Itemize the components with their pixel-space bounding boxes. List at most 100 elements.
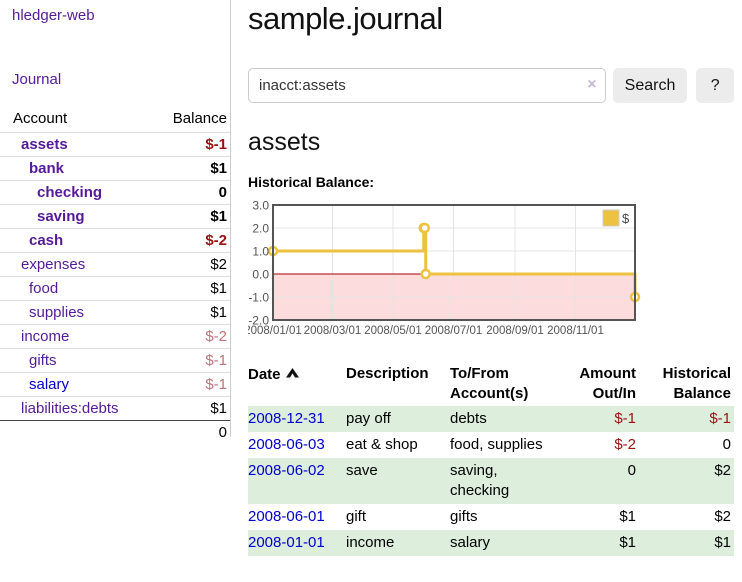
register-col-balance: Historical Balance — [639, 361, 734, 406]
x-axis-tick-label: 2008/05/01 — [364, 325, 422, 337]
sidebar-item-journal[interactable]: Journal — [12, 71, 230, 88]
app-title-link[interactable]: hledger-web — [12, 7, 230, 24]
sidebar-account-link-liabilities-debts[interactable]: liabilities:debts — [21, 400, 119, 417]
x-axis-tick-label: 2008/03/01 — [304, 325, 362, 337]
accounts-col-account: Account — [0, 107, 150, 132]
register-row: 2008-06-03eat & shopfood, supplies$-20 — [248, 432, 734, 458]
register-col-amount: Amount Out/In — [560, 361, 639, 406]
account-balance: $-2 — [150, 324, 230, 348]
legend-label: $ — [622, 211, 630, 226]
account-balance: $-1 — [150, 372, 230, 396]
register-header-row: Date Description To/From Account(s) Amou… — [248, 361, 734, 406]
search-form: × Search ? — [248, 68, 734, 103]
register-row: 2008-06-01giftgifts$1$2 — [248, 504, 734, 530]
search-input[interactable] — [248, 68, 606, 103]
x-axis-tick-label: 2008/09/01 — [486, 325, 544, 337]
transaction-description: pay off — [346, 406, 450, 432]
x-axis-tick-label: 2008/01/01 — [248, 325, 302, 337]
transaction-accounts: saving, checking — [450, 458, 560, 504]
account-balance: $1 — [150, 396, 230, 420]
transaction-balance: $1 — [639, 530, 734, 556]
sort-ascending-icon — [286, 364, 299, 384]
register-row: 2008-01-01incomesalary$1$1 — [248, 530, 734, 556]
transaction-description: eat & shop — [346, 432, 450, 458]
accounts-table: Account Balance assets $-1 bank $1 checking 0… — [0, 107, 230, 444]
account-balance: $1 — [150, 276, 230, 300]
transaction-accounts: salary — [450, 530, 560, 556]
search-button[interactable]: Search — [613, 68, 688, 103]
sidebar-account-link-food[interactable]: food — [29, 280, 58, 297]
sidebar-account-link-supplies[interactable]: supplies — [29, 304, 84, 321]
chart-title: Historical Balance: — [248, 174, 734, 192]
legend-swatch — [603, 210, 619, 226]
sidebar-account-link-bank[interactable]: bank — [29, 160, 64, 177]
account-balance: $1 — [150, 204, 230, 228]
page-title: sample.journal — [248, 0, 734, 39]
clear-search-icon[interactable]: × — [587, 75, 596, 95]
transaction-description: gift — [346, 504, 450, 530]
register-rows: 2008-12-31pay offdebts$-1$-12008-06-03ea… — [248, 406, 734, 556]
transaction-amount: $-2 — [560, 432, 639, 458]
sidebar-account-link-cash[interactable]: cash — [29, 232, 63, 249]
transaction-description: income — [346, 530, 450, 556]
sidebar-account-link-gifts[interactable]: gifts — [29, 352, 57, 369]
data-point-marker — [422, 270, 430, 278]
account-row: gifts $-1 — [0, 348, 230, 372]
sidebar-account-link-salary[interactable]: salary — [29, 376, 69, 393]
transaction-accounts: gifts — [450, 504, 560, 530]
help-button[interactable]: ? — [696, 68, 734, 103]
transaction-balance: $-1 — [639, 406, 734, 432]
main-content: sample.journal × Search ? assets Histori… — [231, 0, 742, 582]
x-axis-tick-label: 2008/11/01 — [547, 325, 604, 337]
account-rows: assets$-1bank$1checking0saving$1cash$-2e… — [0, 132, 230, 420]
account-balance: $2 — [150, 252, 230, 276]
transaction-date-link[interactable]: 2008-12-31 — [248, 410, 325, 427]
accounts-total-row: 0 — [0, 420, 230, 444]
transaction-amount: 0 — [560, 458, 639, 504]
y-axis-tick-label: -1.0 — [248, 291, 269, 305]
transaction-date-link[interactable]: 2008-01-01 — [248, 534, 325, 551]
account-row: cash $-2 — [0, 228, 230, 252]
account-heading: assets — [248, 128, 734, 159]
register-row: 2008-12-31pay offdebts$-1$-1 — [248, 406, 734, 432]
sidebar-account-link-checking[interactable]: checking — [37, 184, 102, 201]
y-axis-tick-label: 0.0 — [252, 268, 269, 282]
y-axis-tick-label: 1.0 — [252, 245, 269, 259]
account-row: saving $1 — [0, 204, 230, 228]
transaction-date-link[interactable]: 2008-06-03 — [248, 436, 325, 453]
register-col-date[interactable]: Date — [248, 361, 346, 406]
account-balance: $1 — [150, 300, 230, 324]
sidebar-account-link-saving[interactable]: saving — [37, 208, 85, 225]
data-point-marker — [421, 224, 429, 232]
transaction-accounts: debts — [450, 406, 560, 432]
account-balance: $-2 — [150, 228, 230, 252]
transaction-date-link[interactable]: 2008-06-01 — [248, 508, 325, 525]
transaction-balance: $2 — [639, 504, 734, 530]
sidebar-account-link-assets[interactable]: assets — [21, 136, 68, 153]
account-balance: 0 — [150, 180, 230, 204]
account-row: supplies $1 — [0, 300, 230, 324]
account-row: checking 0 — [0, 180, 230, 204]
register-row: 2008-06-02 savesaving, checking0$2 — [248, 458, 734, 504]
account-balance: $-1 — [150, 132, 230, 156]
account-balance: $1 — [150, 156, 230, 180]
register-col-date-label: Date — [248, 366, 281, 383]
accounts-col-balance: Balance — [150, 107, 230, 132]
sidebar-account-link-income[interactable]: income — [21, 328, 69, 345]
account-balance: $-1 — [150, 348, 230, 372]
account-row: expenses $2 — [0, 252, 230, 276]
account-row: salary $-1 — [0, 372, 230, 396]
transaction-amount: $-1 — [560, 406, 639, 432]
sidebar: hledger-web Journal Account Balance asse… — [0, 0, 231, 437]
account-row: assets $-1 — [0, 132, 230, 156]
accounts-total-value: 0 — [150, 420, 230, 444]
historical-balance-chart: $3.02.01.00.0-1.0-2.02008/01/012008/03/0… — [248, 197, 648, 340]
transaction-description: save — [346, 458, 450, 504]
x-axis-tick-label: 2008/07/01 — [425, 325, 483, 337]
sidebar-account-link-expenses[interactable]: expenses — [21, 256, 85, 273]
transaction-amount: $1 — [560, 530, 639, 556]
y-axis-tick-label: 2.0 — [252, 222, 269, 236]
transaction-date-link[interactable]: 2008-06-02 — [248, 462, 325, 479]
register-table: Date Description To/From Account(s) Amou… — [248, 361, 734, 556]
transaction-balance: $2 — [639, 458, 734, 504]
